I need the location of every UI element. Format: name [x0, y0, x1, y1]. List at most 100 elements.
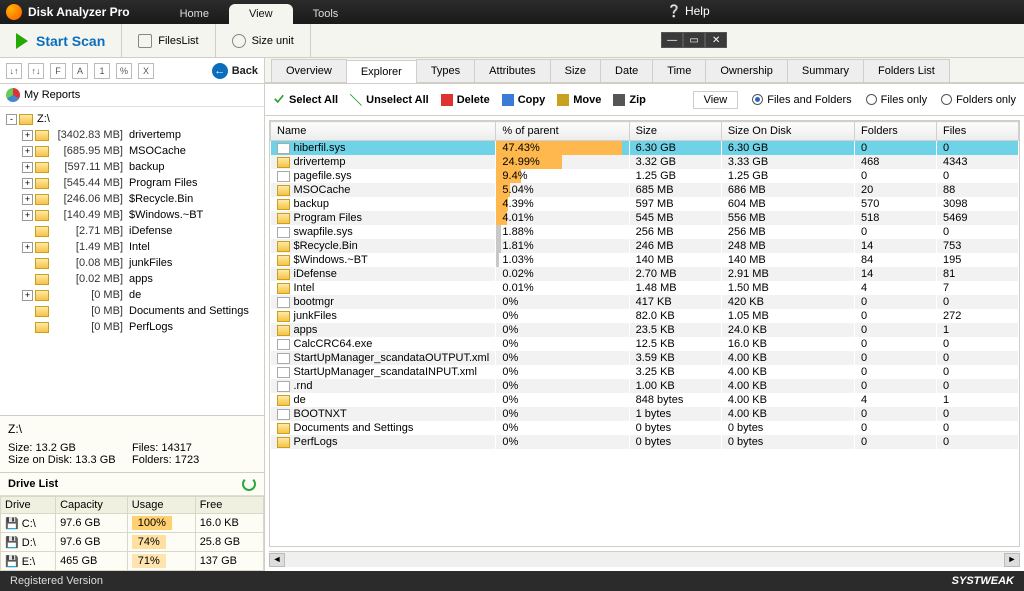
- view-tab-ownership[interactable]: Ownership: [705, 59, 788, 82]
- drive-row[interactable]: 💾 E:\465 GB71%137 GB: [1, 552, 264, 571]
- menu-tab-tools[interactable]: Tools: [293, 4, 359, 24]
- view-tab-time[interactable]: Time: [652, 59, 706, 82]
- view-tab-types[interactable]: Types: [416, 59, 475, 82]
- stats-files: Files: 14317: [132, 442, 256, 454]
- copy-button[interactable]: Copy: [502, 94, 546, 106]
- file-row[interactable]: PerfLogs0%0 bytes0 bytes00: [271, 435, 1019, 449]
- scroll-right-icon[interactable]: ►: [1004, 553, 1020, 567]
- tree-toggle-icon[interactable]: +: [22, 146, 33, 157]
- file-row[interactable]: backup4.39%597 MB604 MB5703098: [271, 197, 1019, 211]
- maximize-button[interactable]: ▭: [683, 32, 705, 48]
- file-row[interactable]: de0%848 bytes4.00 KB41: [271, 393, 1019, 407]
- file-row[interactable]: $Recycle.Bin1.81%246 MB248 MB14753: [271, 239, 1019, 253]
- file-col-header[interactable]: % of parent: [496, 122, 629, 141]
- sort-button-5[interactable]: %: [116, 63, 132, 79]
- file-icon: [277, 353, 290, 364]
- file-row[interactable]: StartUpManager_scandataINPUT.xml0%3.25 K…: [271, 365, 1019, 379]
- tree-node[interactable]: [2.71 MB]iDefense: [2, 223, 262, 239]
- file-col-header[interactable]: Files: [937, 122, 1019, 141]
- close-button[interactable]: ✕: [705, 32, 727, 48]
- tree-toggle-icon[interactable]: +: [22, 194, 33, 205]
- tree-node[interactable]: [0 MB]Documents and Settings: [2, 303, 262, 319]
- view-files-only[interactable]: Files only: [866, 94, 927, 106]
- file-col-header[interactable]: Name: [271, 122, 496, 141]
- tree-node[interactable]: [0 MB]PerfLogs: [2, 319, 262, 335]
- folder-icon: [277, 437, 290, 448]
- sort-button-2[interactable]: F: [50, 63, 66, 79]
- file-row[interactable]: hiberfil.sys47.43%6.30 GB6.30 GB00: [271, 141, 1019, 156]
- file-row[interactable]: Documents and Settings0%0 bytes0 bytes00: [271, 421, 1019, 435]
- file-row[interactable]: apps0%23.5 KB24.0 KB01: [271, 323, 1019, 337]
- file-row[interactable]: StartUpManager_scandataOUTPUT.xml0%3.59 …: [271, 351, 1019, 365]
- tree-toggle-icon[interactable]: +: [22, 242, 33, 253]
- tree-node[interactable]: +[0 MB]de: [2, 287, 262, 303]
- file-row[interactable]: CalcCRC64.exe0%12.5 KB16.0 KB00: [271, 337, 1019, 351]
- menu-tab-view[interactable]: View: [229, 4, 293, 24]
- size-unit-button[interactable]: Size unit: [216, 24, 311, 57]
- sort-button-6[interactable]: X: [138, 63, 154, 79]
- file-row[interactable]: bootmgr0%417 KB420 KB00: [271, 295, 1019, 309]
- file-col-header[interactable]: Folders: [855, 122, 937, 141]
- zip-button[interactable]: Zip: [613, 94, 646, 106]
- file-row[interactable]: Program Files4.01%545 MB556 MB5185469: [271, 211, 1019, 225]
- view-tab-attributes[interactable]: Attributes: [474, 59, 550, 82]
- tree-toggle-icon[interactable]: +: [22, 178, 33, 189]
- view-folders-only[interactable]: Folders only: [941, 94, 1016, 106]
- file-row[interactable]: drivertemp24.99%3.32 GB3.33 GB4684343: [271, 155, 1019, 169]
- back-button[interactable]: ← Back: [212, 63, 258, 79]
- tree-node[interactable]: [0.08 MB]junkFiles: [2, 255, 262, 271]
- view-tab-explorer[interactable]: Explorer: [346, 60, 417, 83]
- menu-tab-home[interactable]: Home: [160, 4, 229, 24]
- sort-button-3[interactable]: A: [72, 63, 88, 79]
- move-button[interactable]: Move: [557, 94, 601, 106]
- view-tab-date[interactable]: Date: [600, 59, 653, 82]
- tree-toggle-icon[interactable]: +: [22, 130, 33, 141]
- unselect-all-button[interactable]: Unselect All: [350, 94, 429, 106]
- tree-node[interactable]: +[597.11 MB]backup: [2, 159, 262, 175]
- file-col-header[interactable]: Size On Disk: [721, 122, 854, 141]
- view-tab-overview[interactable]: Overview: [271, 59, 347, 82]
- scroll-left-icon[interactable]: ◄: [269, 553, 285, 567]
- file-row[interactable]: swapfile.sys1.88%256 MB256 MB00: [271, 225, 1019, 239]
- file-row[interactable]: junkFiles0%82.0 KB1.05 MB0272: [271, 309, 1019, 323]
- file-col-header[interactable]: Size: [629, 122, 721, 141]
- sort-button-1[interactable]: ↑↓: [28, 63, 44, 79]
- start-scan-button[interactable]: Start Scan: [0, 24, 122, 57]
- view-tab-summary[interactable]: Summary: [787, 59, 864, 82]
- tree-node[interactable]: +[545.44 MB]Program Files: [2, 175, 262, 191]
- tree-toggle-icon[interactable]: +: [22, 162, 33, 173]
- files-list-button[interactable]: FilesList: [122, 24, 215, 57]
- tree-toggle-icon[interactable]: +: [22, 290, 33, 301]
- tree-node[interactable]: +[246.06 MB]$Recycle.Bin: [2, 191, 262, 207]
- select-all-button[interactable]: Select All: [273, 94, 338, 106]
- folder-icon: [35, 322, 49, 333]
- file-row[interactable]: .rnd0%1.00 KB4.00 KB00: [271, 379, 1019, 393]
- sort-button-0[interactable]: ↓↑: [6, 63, 22, 79]
- tree-node[interactable]: +[685.95 MB]MSOCache: [2, 143, 262, 159]
- help-button[interactable]: ❔ Help: [667, 4, 710, 18]
- file-row[interactable]: iDefense0.02%2.70 MB2.91 MB1481: [271, 267, 1019, 281]
- horizontal-scrollbar[interactable]: ◄ ►: [269, 551, 1020, 567]
- tree-node[interactable]: +[3402.83 MB]drivertemp: [2, 127, 262, 143]
- minimize-button[interactable]: —: [661, 32, 683, 48]
- drive-row[interactable]: 💾 C:\97.6 GB100%16.0 KB: [1, 514, 264, 533]
- zip-icon: [613, 94, 625, 106]
- refresh-icon[interactable]: [242, 477, 256, 491]
- tree-toggle-icon[interactable]: +: [22, 210, 33, 221]
- tree-toggle-icon[interactable]: -: [6, 114, 17, 125]
- delete-button[interactable]: Delete: [441, 94, 490, 106]
- sort-button-4[interactable]: 1: [94, 63, 110, 79]
- view-tab-folders-list[interactable]: Folders List: [863, 59, 950, 82]
- tree-node[interactable]: -Z:\: [2, 111, 262, 127]
- file-row[interactable]: Intel0.01%1.48 MB1.50 MB47: [271, 281, 1019, 295]
- tree-node[interactable]: +[140.49 MB]$Windows.~BT: [2, 207, 262, 223]
- file-row[interactable]: pagefile.sys9.4%1.25 GB1.25 GB00: [271, 169, 1019, 183]
- file-row[interactable]: MSOCache5.04%685 MB686 MB2088: [271, 183, 1019, 197]
- view-files-and-folders[interactable]: Files and Folders: [752, 94, 851, 106]
- tree-node[interactable]: +[1.49 MB]Intel: [2, 239, 262, 255]
- drive-row[interactable]: 💾 D:\97.6 GB74%25.8 GB: [1, 533, 264, 552]
- file-row[interactable]: $Windows.~BT1.03%140 MB140 MB84195: [271, 253, 1019, 267]
- view-tab-size[interactable]: Size: [550, 59, 601, 82]
- tree-node[interactable]: [0.02 MB]apps: [2, 271, 262, 287]
- file-row[interactable]: BOOTNXT0%1 bytes4.00 KB00: [271, 407, 1019, 421]
